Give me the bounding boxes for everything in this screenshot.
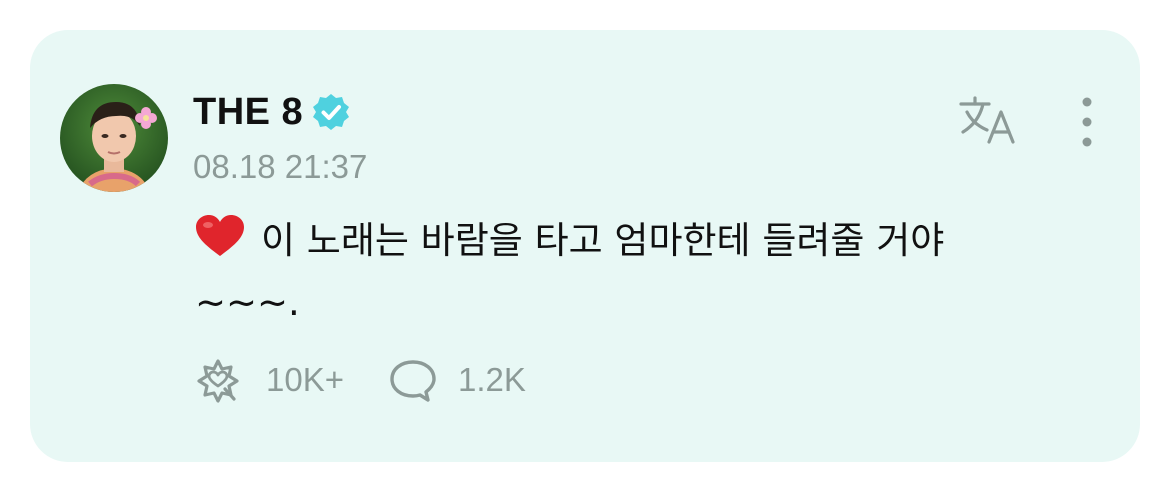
comment-bubble-icon [386,353,440,407]
verified-badge-icon [311,92,351,132]
more-vertical-icon[interactable] [1070,96,1104,148]
post-stats: 10K+ 1.2K [194,352,526,408]
post-timestamp: 08.18 21:37 [193,148,368,185]
post-body-line-1: 이 노래는 바람을 타고 엄마한테 들려줄 거야 [195,210,1095,272]
post-body: 이 노래는 바람을 타고 엄마한테 들려줄 거야 ~~~. [195,210,1095,334]
likes-count: 10K+ [266,361,344,398]
flower-heart-icon [194,353,248,407]
translate-icon[interactable] [955,94,1019,146]
author-name[interactable]: THE 8 [193,91,303,134]
post-text-line-1: 이 노래는 바람을 타고 엄마한테 들려줄 거야 [261,219,945,262]
comments-count: 1.2K [458,361,526,398]
post-text-line-2: ~~~. [195,281,300,324]
comment-button[interactable]: 1.2K [386,353,526,407]
author-row: THE 8 [193,88,351,136]
like-button[interactable]: 10K+ [194,353,344,407]
avatar[interactable] [60,84,168,192]
avatar-image [60,84,168,192]
heart-emoji [195,214,245,256]
